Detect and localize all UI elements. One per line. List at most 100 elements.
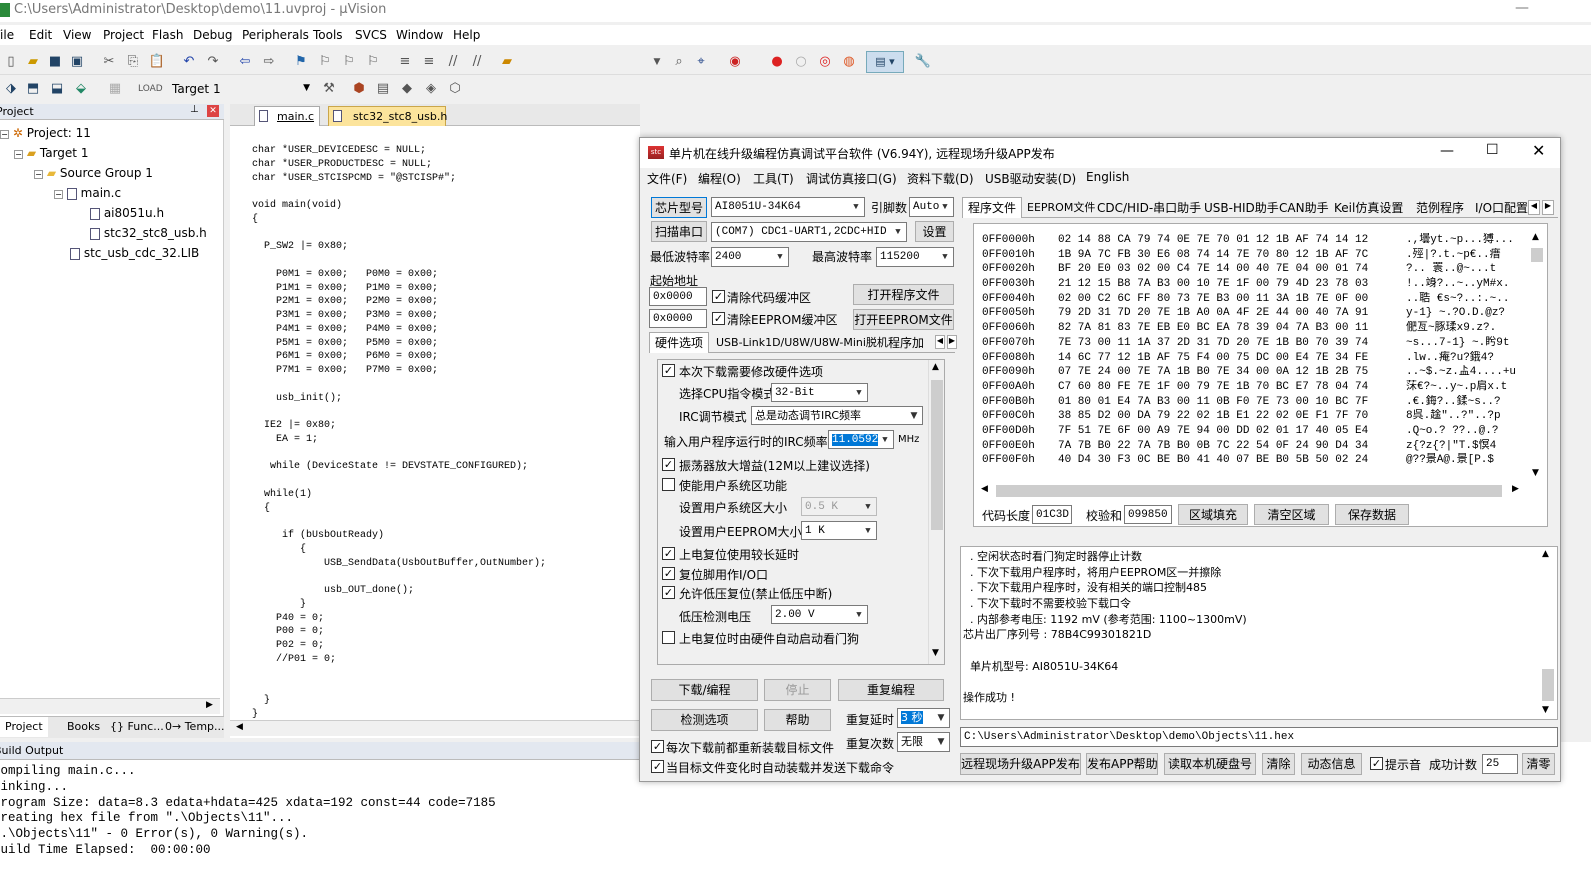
scroll-down-icon[interactable]: ▼ (932, 648, 939, 658)
tree-file-lib[interactable]: stc_usb_cdc_32.LIB (70, 246, 199, 260)
tab-main-c[interactable]: main.c (254, 106, 320, 126)
uncomment-icon[interactable]: // (466, 51, 488, 73)
osc-gain-checkbox[interactable]: ✓ (662, 458, 675, 471)
eeprom-address-input[interactable]: 0x0000 (649, 309, 707, 328)
tab-books[interactable]: Books (62, 717, 105, 737)
tab-examples[interactable]: 范例程序 (1411, 198, 1469, 218)
bookmark-clear-icon[interactable]: ⚐ (362, 51, 384, 73)
tab-cdc-hid-serial[interactable]: CDC/HID-串口助手 (1092, 198, 1206, 218)
scroll-thumb[interactable] (996, 485, 1502, 497)
debug-session-icon[interactable]: ◉ (724, 51, 746, 73)
save-data-button[interactable]: 保存数据 (1335, 504, 1409, 525)
menu-file[interactable]: File (0, 28, 14, 42)
download-icon[interactable]: LOAD (138, 78, 163, 100)
nav-back-icon[interactable]: ⇦ (234, 51, 256, 73)
menu-svcs[interactable]: SVCS (355, 28, 387, 42)
scroll-left-icon[interactable]: ◀ (981, 484, 988, 494)
max-baud-select[interactable]: 115200 ▼ (876, 247, 954, 267)
code-address-input[interactable]: 0x0000 (649, 287, 707, 306)
tab-can[interactable]: CAN助手 (1274, 198, 1334, 218)
rte-icon[interactable]: ◆ (396, 78, 418, 100)
bookmark-prev-icon[interactable]: ⚐ (314, 51, 336, 73)
scroll-right-icon[interactable]: ▶ (1512, 484, 1519, 494)
build-icon[interactable]: ⬒ (22, 78, 44, 100)
tree-project-root[interactable]: − ✲ Project: 11 (0, 126, 91, 140)
paste-icon[interactable]: 📋 (146, 51, 168, 73)
batch-build-icon[interactable]: ⬙ (70, 78, 92, 100)
menu-flash[interactable]: Flash (152, 28, 183, 42)
code-view[interactable]: char *USER_DEVICEDESC = NULL; char *USER_… (252, 144, 637, 722)
scroll-up-icon[interactable]: ▲ (1542, 549, 1549, 559)
tab-templates[interactable]: 0→ Temp... (160, 717, 230, 737)
minimize-icon[interactable]: — (1515, 0, 1529, 16)
isp-menu-english[interactable]: English (1086, 170, 1129, 184)
tip-sound-checkbox[interactable]: ✓ (1370, 757, 1383, 770)
open-file-icon[interactable]: ▰ (22, 51, 44, 73)
bookmark-next-icon[interactable]: ⚐ (338, 51, 360, 73)
isp-menu-tools[interactable]: 工具(T) (753, 170, 794, 187)
find-icon[interactable]: ⌕ (668, 51, 690, 73)
pack-installer-icon[interactable]: ◈ (420, 78, 442, 100)
project-hscrollbar[interactable]: ▶ (0, 698, 220, 714)
min-baud-select[interactable]: 2400 ▼ (711, 247, 789, 267)
low-volt-reset-checkbox[interactable]: ✓ (662, 586, 675, 599)
menu-window[interactable]: Window (396, 28, 443, 42)
find-combo-arrow-icon[interactable]: ▼ (646, 51, 668, 73)
minimize-icon[interactable]: — (1440, 143, 1454, 159)
tree-file-header[interactable]: stc32_stc8_usb.h (90, 226, 207, 240)
indent-icon[interactable]: ≡ (394, 51, 416, 73)
stop-build-icon[interactable]: ▦ (104, 78, 126, 100)
find-combo[interactable] (520, 52, 662, 72)
long-delay-checkbox[interactable]: ✓ (662, 547, 675, 560)
undo-icon[interactable]: ↶ (178, 51, 200, 73)
menu-peripherals[interactable]: Peripherals (242, 28, 309, 42)
translate-icon[interactable]: ⬗ (0, 78, 22, 100)
target-options-icon[interactable]: ⚒ (318, 78, 340, 100)
port-settings-button[interactable]: 设置 (915, 221, 954, 242)
cpu-mode-select[interactable]: 32-Bit ▼ (771, 383, 868, 402)
hex-path-field[interactable]: C:\Users\Administrator\Desktop\demo\Obje… (960, 727, 1558, 747)
check-options-button[interactable]: 检测选项 (651, 709, 758, 731)
tree-file-header[interactable]: ai8051u.h (90, 206, 164, 220)
log-vscrollbar[interactable]: ▲ ▼ (1539, 547, 1557, 719)
scroll-thumb[interactable] (931, 380, 943, 530)
irc-mode-select[interactable]: 总是动态调节IRC频率 ▼ (751, 406, 923, 425)
close-icon[interactable]: ✕ (207, 105, 219, 117)
tab-keil-sim[interactable]: Keil仿真设置 (1329, 198, 1408, 218)
pin-icon[interactable]: ⊥ (190, 104, 199, 115)
bookmark-icon[interactable]: ⚑ (290, 51, 312, 73)
open-eeprom-button[interactable]: 打开EEPROM文件 (853, 309, 954, 330)
select-packs-icon[interactable]: ⬡ (444, 78, 466, 100)
target-select[interactable]: Target 1 ▼ (168, 80, 312, 100)
wdt-checkbox[interactable] (662, 631, 675, 644)
chip-select[interactable]: AI8051U-34K64 ▼ (711, 197, 865, 217)
save-all-icon[interactable]: ▣ (66, 51, 88, 73)
nav-forward-icon[interactable]: ⇨ (258, 51, 280, 73)
remote-upgrade-button[interactable]: 远程现场升级APP发布 (960, 753, 1081, 775)
sys-size-select[interactable]: 0.5 K ▼ (801, 497, 877, 516)
tab-io-config[interactable]: I/O口配置 (1470, 198, 1530, 218)
menu-view[interactable]: View (63, 28, 91, 42)
open-program-button[interactable]: 打开程序文件 (853, 284, 954, 305)
isp-menu-usb-driver[interactable]: USB驱动安装(D) (985, 170, 1076, 187)
scroll-left-icon[interactable]: ◀ (236, 722, 243, 732)
options-vscrollbar[interactable]: ▲ ▼ (928, 360, 944, 664)
hex-vscrollbar[interactable]: ▲ ▼ (1529, 232, 1545, 482)
copy-icon[interactable]: ⎘ (122, 51, 144, 73)
irc-freq-input[interactable]: 11.0592 ▼ (828, 430, 894, 449)
clear-area-button[interactable]: 清空区域 (1254, 504, 1329, 525)
reload-each-checkbox[interactable]: ✓ (651, 740, 664, 753)
menu-tools[interactable]: Tools (313, 28, 343, 42)
isp-menu-file[interactable]: 文件(F) (647, 170, 687, 187)
publish-help-button[interactable]: 发布APP帮助 (1086, 753, 1158, 775)
tab-program-file[interactable]: 程序文件 (962, 197, 1023, 218)
tab-hw-options[interactable]: 硬件选项 (649, 332, 710, 353)
configure-icon[interactable]: 🔧 (912, 51, 934, 73)
help-button[interactable]: 帮助 (764, 709, 831, 731)
isp-menu-downloads[interactable]: 资料下载(D) (907, 170, 974, 187)
hex-view[interactable]: 0FF0000h 02 14 88 CA 79 74 0E 7E 70 01 12… (982, 233, 1526, 483)
menu-help[interactable]: Help (453, 28, 480, 42)
new-file-icon[interactable]: ▯ (0, 51, 22, 73)
tab-scroll-left-icon[interactable]: ◀ (935, 335, 945, 349)
scroll-thumb[interactable] (1531, 248, 1543, 262)
